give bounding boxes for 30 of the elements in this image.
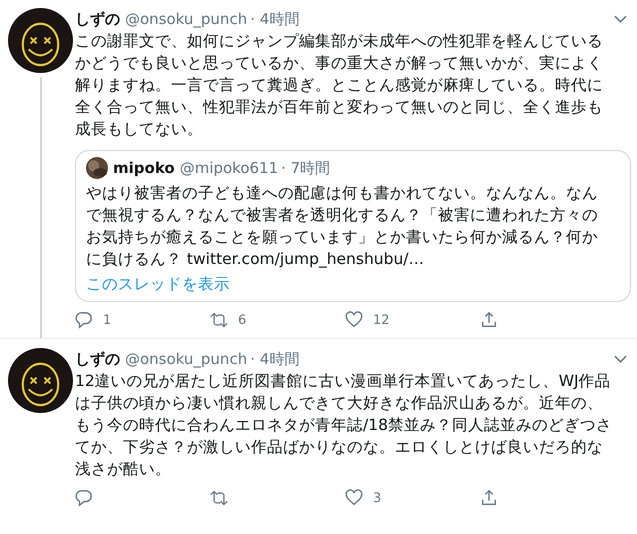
retweet-count: 6 [238,312,246,328]
caret-icon[interactable] [614,355,627,363]
retweet-icon[interactable] [210,311,228,329]
quoted-text: やはり被害者の子ども達への配慮は何も書かれてない。なんなん。なんで無視するん？なんで被害者を透明化するん？「被害に遭われた方々のお気持ちが癒えることを願っています」とか書いたら何か減るん？何かに負けるん？ twitter.com/jump_henshubu/… [86,183,599,270]
reply-icon[interactable] [75,489,93,507]
caret-icon[interactable] [614,15,627,23]
tweet-time[interactable]: · 4時間 [250,350,300,368]
tweet-text: 12違いの兄が居たし近所図書館に古い漫画単行本置いてあったし、WJ作品は子供の頃から凄い慣れ親しんできて大好きな作品沢山あるが。近年の、もう今の時代に合わんエロネタが青年誌/18禁並み？同人誌並みのどぎつさてか、下劣さ？が激しい作品ばかりなのな。エロくしとけば良いだろ的な浅さが酷い。 [75,371,613,480]
tweet-time[interactable]: · 7時間 [281,158,330,178]
tweet-text: この謝罪文で、如何にジャンプ編集部が未成年への性犯罪を軽んじているかどうでも良いと思っているか、事の重大さが解って無いかが、実によく解りますね。一言で言って糞過ぎ。とことん感覚が麻痺している。時代に全く合って無い、性犯罪法が百年前と変わって無いのと同じ、全く進歩も成長もしてない。 [75,31,604,140]
like-count: 3 [373,490,382,506]
tweet-time[interactable]: · 4時間 [250,10,300,28]
smiley-avatar-icon[interactable] [8,348,73,413]
share-icon[interactable] [480,489,498,507]
reply-icon[interactable] [75,311,93,329]
smiley-avatar-icon[interactable] [8,8,73,73]
user-handle[interactable]: @onsoku_punch [125,10,248,28]
reply-count: 1 [103,312,112,328]
heart-icon[interactable] [345,311,363,329]
share-icon[interactable] [480,311,498,329]
show-thread-link[interactable]: このスレッドを表示 [86,273,608,295]
heart-icon[interactable] [345,489,363,507]
quoted-tweet-card[interactable]: mipoko @mipoko611 · 7時間 やはり被害者の子ども達への配慮は何も書かれてない。なんなん。なんで無視するん？なんで被害者を透明化するん？「被害に遭われた方々のお気持ちが癒えることを願っています」とか書いたら何か減るん？何かに負けるん？ twitter.com/jump_henshubu/… このスレッドを表示 [75,150,631,302]
user-handle[interactable]: @mipoko611 [180,159,278,177]
user-name[interactable]: しずの [75,350,120,368]
like-count: 12 [373,312,390,328]
user-handle[interactable]: @onsoku_punch [125,350,248,368]
retweet-icon[interactable] [210,489,228,507]
user-name[interactable]: しずの [75,10,120,28]
user-name[interactable]: mipoko [113,159,175,177]
